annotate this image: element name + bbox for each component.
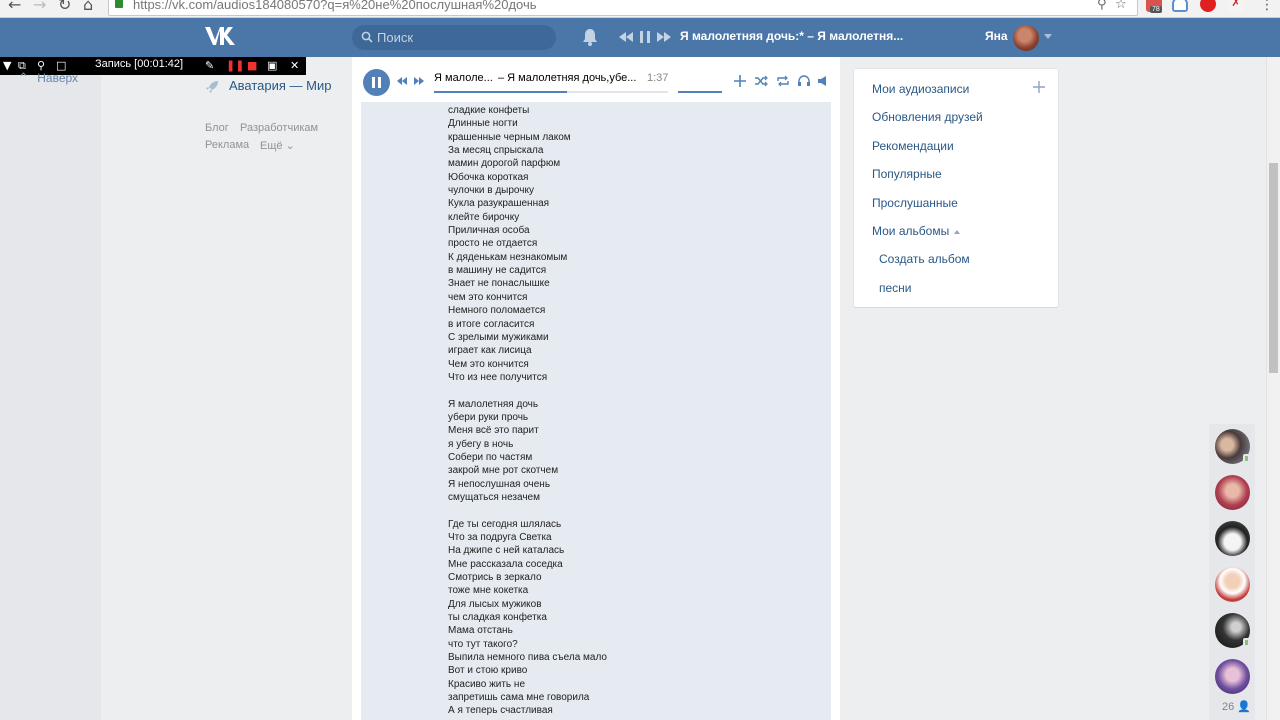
extension-icon-2[interactable]: [1172, 0, 1188, 12]
recorder-label: Запись [00:01:42]: [95, 58, 184, 70]
bell-icon[interactable]: [582, 28, 598, 46]
player-time[interactable]: 1:37: [647, 72, 668, 84]
vk-header: Поиск Я малолетняя дочь:* – Я малолетня.…: [0, 18, 1280, 57]
back-arrow-icon[interactable]: ←: [8, 0, 21, 14]
online-indicator: [1243, 454, 1250, 463]
scroll-up-label: Наверх: [37, 71, 79, 85]
footer-link-developers[interactable]: Разработчикам: [240, 122, 318, 134]
menu-create-album[interactable]: Создать альбом: [879, 252, 970, 266]
person-icon: 👤: [1237, 701, 1252, 713]
add-icon[interactable]: [1032, 80, 1046, 94]
lyrics-panel: сладкие конфеты Длинные ногти крашенные …: [361, 102, 831, 720]
header-next-icon[interactable]: [656, 28, 672, 46]
friends-online-count[interactable]: 26 👤: [1222, 700, 1251, 713]
player-track-artist[interactable]: Я малоле...: [434, 72, 493, 84]
menu-listened[interactable]: Прослушанные: [872, 196, 958, 210]
page-scrollbar[interactable]: [1266, 57, 1280, 720]
dropdown-arrow-icon[interactable]: ▼: [3, 58, 11, 74]
key-icon[interactable]: ⚲: [1097, 0, 1107, 12]
search-icon: [361, 31, 373, 43]
pencil-icon[interactable]: ✎: [205, 58, 214, 74]
player-progress-track[interactable]: [434, 91, 668, 93]
menu-my-albums[interactable]: Мои альбомы: [872, 224, 961, 238]
user-avatar[interactable]: [1013, 25, 1039, 51]
repeat-icon[interactable]: [776, 74, 790, 88]
online-indicator: [1243, 638, 1250, 647]
menu-album-songs[interactable]: песни: [879, 281, 912, 295]
lyrics-text: сладкие конфеты Длинные ногти крашенные …: [448, 105, 607, 717]
player-progress-fill: [434, 91, 568, 93]
yandex-icon[interactable]: [1200, 0, 1216, 12]
menu-popular[interactable]: Популярные: [872, 167, 942, 181]
extension-badge: 78: [1150, 6, 1162, 13]
rec-stop-icon[interactable]: ■: [247, 58, 257, 74]
search-input[interactable]: Поиск: [352, 25, 556, 50]
left-side-strip: [0, 75, 101, 720]
menu-my-audio[interactable]: Мои аудиозаписи: [872, 82, 969, 96]
extension-icon-3[interactable]: ✗: [1228, 0, 1244, 12]
menu-my-albums-label: Мои альбомы: [872, 224, 950, 238]
prev-track-icon[interactable]: [396, 74, 408, 88]
browser-toolbar: ← → ↻ ⌂ https://vk.com/audios184080570?q…: [0, 0, 1280, 18]
extension-icon[interactable]: 78: [1146, 0, 1162, 13]
vk-logo-icon[interactable]: [204, 25, 238, 47]
app-link[interactable]: Аватария — Мир: [229, 78, 332, 93]
pause-bar-right: [378, 77, 381, 88]
lock-icon: [115, 0, 123, 8]
rec-pause-icon[interactable]: ❚❚: [226, 58, 244, 74]
headphones-icon[interactable]: [797, 74, 811, 88]
chevron-up-icon: [954, 229, 961, 234]
friend-avatar[interactable]: [1215, 567, 1250, 602]
camera-icon[interactable]: ▣: [267, 58, 277, 74]
pause-bar-left: [372, 77, 375, 88]
up-arrow-icon: ⌃: [18, 70, 29, 85]
friend-avatar[interactable]: [1215, 521, 1250, 556]
audio-nav-menu: Мои аудиозаписи Обновления друзей Рекоме…: [854, 69, 1058, 307]
header-user-name[interactable]: Яна: [985, 29, 1008, 43]
reload-icon[interactable]: ↻: [58, 0, 71, 14]
add-track-icon[interactable]: [733, 74, 747, 88]
search-placeholder: Поиск: [377, 30, 414, 45]
volume-slider[interactable]: [678, 91, 722, 93]
friend-avatar[interactable]: [1215, 659, 1250, 694]
pause-button[interactable]: [363, 69, 390, 96]
close-icon[interactable]: ✕: [290, 58, 299, 74]
menu-recommendations[interactable]: Рекомендации: [872, 139, 954, 153]
header-prev-icon[interactable]: [618, 28, 634, 46]
scrollbar-thumb[interactable]: [1269, 163, 1278, 373]
player-track-title[interactable]: – Я малолетняя дочь,убе...: [498, 72, 636, 84]
next-track-icon[interactable]: [413, 74, 425, 88]
footer-link-ads[interactable]: Реклама: [205, 139, 249, 151]
scroll-up-link[interactable]: ⌃ Наверх: [18, 70, 78, 86]
address-bar[interactable]: https://vk.com/audios184080570?q=я%20не%…: [108, 0, 1138, 16]
footer-link-more[interactable]: Ещё ⌄: [260, 139, 295, 152]
forward-arrow-icon[interactable]: →: [33, 0, 46, 14]
friends-online-strip: 26 👤: [1209, 424, 1255, 720]
url-text[interactable]: https://vk.com/audios184080570?q=я%20не%…: [133, 0, 537, 12]
header-now-playing[interactable]: Я малолетняя дочь:* – Я малолетня...: [680, 29, 903, 43]
home-icon[interactable]: ⌂: [83, 0, 93, 14]
chevron-down-icon[interactable]: [1044, 34, 1052, 39]
menu-dots-icon[interactable]: ⋮: [1260, 0, 1274, 14]
menu-friends-updates[interactable]: Обновления друзей: [872, 110, 983, 124]
friend-avatar[interactable]: [1215, 475, 1250, 510]
header-pause-icon[interactable]: [637, 28, 653, 46]
shuffle-icon[interactable]: [754, 74, 768, 88]
rocket-icon: [206, 81, 218, 93]
friends-count-value: 26: [1222, 701, 1235, 713]
broadcast-icon[interactable]: [816, 74, 830, 88]
bookmark-star-icon[interactable]: ☆: [1115, 0, 1127, 12]
footer-link-blog[interactable]: Блог: [205, 122, 229, 134]
